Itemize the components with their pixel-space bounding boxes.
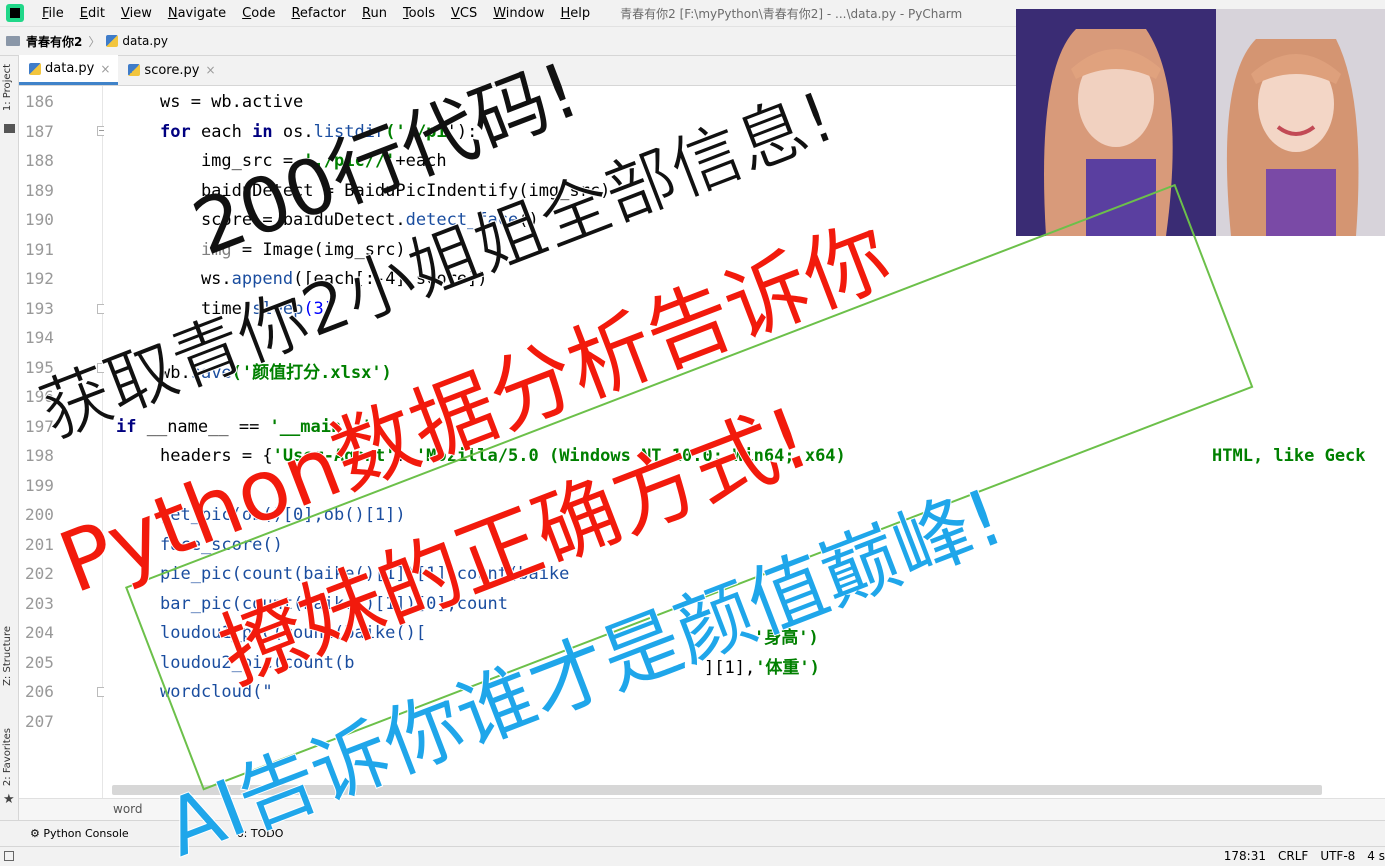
python-console-label: Python Console <box>43 827 129 840</box>
python-console-button[interactable]: ⚙ Python Console <box>0 827 143 840</box>
tab-data-py[interactable]: data.py × <box>19 55 119 85</box>
breadcrumb-project[interactable]: 青春有你2 <box>26 33 82 50</box>
caret-position[interactable]: 178:31 <box>1224 849 1266 863</box>
breadcrumb-separator-icon: 〉 <box>88 34 101 49</box>
code-line-198-tail: HTML, like Geck <box>1212 446 1366 466</box>
line-number: 186 <box>25 92 54 111</box>
code-text: each <box>190 122 253 142</box>
line-number: 187 <box>25 122 54 141</box>
status-toggle-icon[interactable] <box>4 851 14 861</box>
close-icon[interactable]: × <box>205 63 215 77</box>
python-file-icon <box>29 62 41 75</box>
breadcrumb-file[interactable]: data.py <box>122 34 168 48</box>
code-string: HTML, like Geck <box>1212 446 1366 466</box>
structure-tool-tab[interactable]: Z: Structure <box>2 626 13 686</box>
code-line-186: ws = wb.active <box>160 92 303 112</box>
menu-window[interactable]: Window <box>485 6 552 21</box>
line-number: 207 <box>25 712 54 731</box>
line-number: 204 <box>25 623 54 642</box>
line-separator[interactable]: CRLF <box>1278 849 1308 863</box>
menu-refactor[interactable]: Refactor <box>283 6 354 21</box>
line-number: 192 <box>25 269 54 288</box>
breadcrumb-item[interactable]: word <box>113 802 143 816</box>
menu-navigate[interactable]: Navigate <box>160 6 234 21</box>
file-encoding[interactable]: UTF-8 <box>1320 849 1355 863</box>
line-number: 194 <box>25 328 54 347</box>
menu-file[interactable]: File <box>34 6 72 21</box>
line-number: 191 <box>25 240 54 259</box>
favorites-tool-tab[interactable]: 2: Favorites <box>2 728 13 786</box>
line-number: 199 <box>25 476 54 495</box>
tab-score-py[interactable]: score.py × <box>118 55 223 85</box>
menu-view[interactable]: View <box>113 6 160 21</box>
code-keyword: for <box>160 122 191 142</box>
menu-code[interactable]: Code <box>234 6 283 21</box>
line-number: 190 <box>25 210 54 229</box>
folder-icon <box>6 36 20 46</box>
window-title: 青春有你2 [F:\myPython\青春有你2] - ...\data.py … <box>620 6 963 21</box>
line-number: 198 <box>25 446 54 465</box>
photo-illustration <box>1016 9 1385 236</box>
code-string: '体重') <box>755 658 820 678</box>
star-icon: ★ <box>3 792 15 807</box>
python-file-icon <box>128 64 141 76</box>
line-number: 203 <box>25 594 54 613</box>
line-number: 206 <box>25 682 54 701</box>
menu-tools[interactable]: Tools <box>395 6 443 21</box>
left-tool-strip: 1: Project Z: Structure 2: Favorites ★ <box>0 56 19 820</box>
menu-edit[interactable]: Edit <box>72 6 113 21</box>
line-number: 189 <box>25 181 54 200</box>
python-file-icon <box>106 35 119 47</box>
menu-help[interactable]: Help <box>553 6 599 21</box>
close-icon[interactable]: × <box>100 62 110 76</box>
console-icon: ⚙ <box>30 827 44 840</box>
project-folder-icon <box>4 124 15 133</box>
tab-label: score.py <box>144 62 200 78</box>
code-text: ws = wb.active <box>160 92 304 112</box>
menu-run[interactable]: Run <box>354 6 395 21</box>
pycharm-logo-icon <box>6 4 24 22</box>
line-number: 193 <box>25 299 54 318</box>
indent-setting[interactable]: 4 s <box>1367 849 1385 863</box>
menu-vcs[interactable]: VCS <box>443 6 485 21</box>
line-number: 188 <box>25 151 54 170</box>
line-number: 201 <box>25 535 54 554</box>
line-number: 202 <box>25 564 54 583</box>
thumbnail-photo <box>1016 9 1385 236</box>
tab-label: data.py <box>45 61 95 76</box>
line-number: 205 <box>25 653 54 672</box>
project-tool-tab[interactable]: 1: Project <box>2 64 13 111</box>
